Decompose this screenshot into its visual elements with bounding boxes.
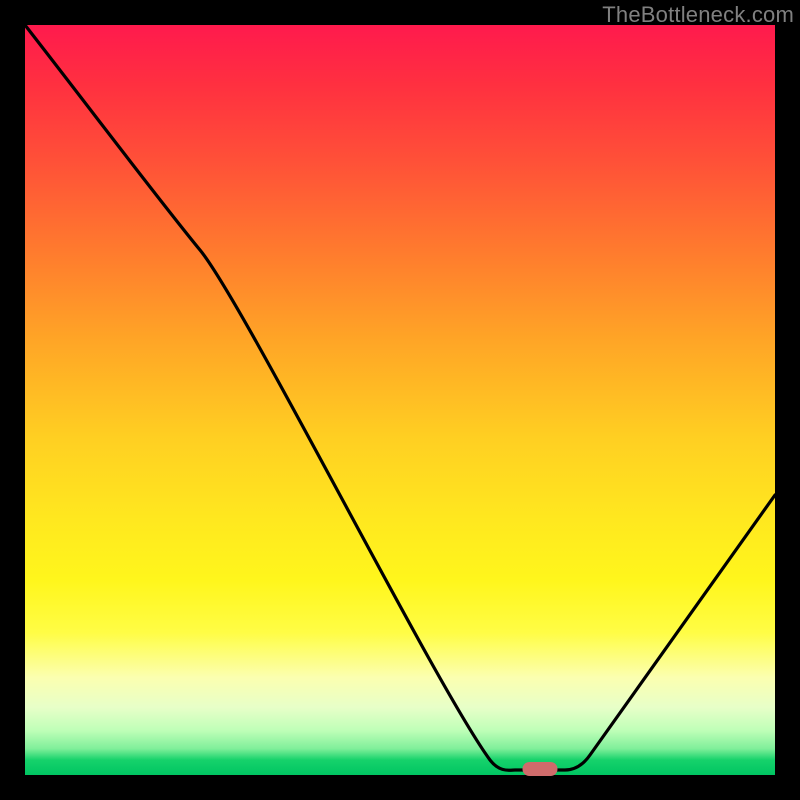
chart-frame: [25, 25, 775, 775]
optimal-marker: [523, 762, 558, 776]
chart-background-gradient: [25, 25, 775, 775]
watermark-text: TheBottleneck.com: [602, 2, 794, 28]
